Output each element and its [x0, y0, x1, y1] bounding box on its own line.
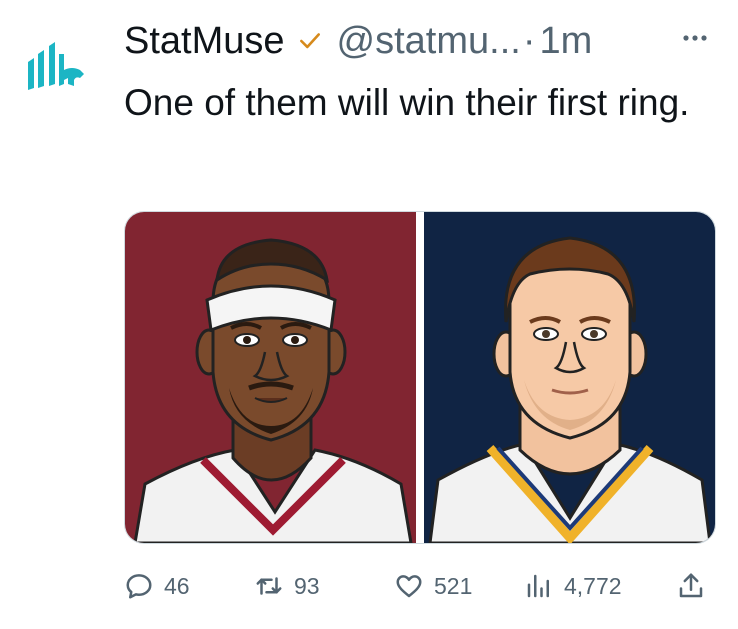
more-options-icon[interactable] — [674, 28, 716, 48]
tweet-media[interactable] — [124, 211, 716, 544]
retweet-count: 93 — [294, 572, 320, 599]
heart-icon — [396, 575, 422, 598]
tweet-actions: 46 93 521 4,772 — [124, 566, 714, 606]
media-divider — [416, 212, 424, 543]
tweet-header: StatMuse @statmu... · 1m — [124, 16, 718, 66]
share-button[interactable] — [676, 571, 716, 601]
header-separator: · — [522, 19, 536, 62]
like-button[interactable]: 521 — [394, 571, 472, 601]
views-button[interactable]: 4,772 — [524, 571, 622, 601]
author-handle[interactable]: @statmu... — [337, 20, 521, 63]
views-count: 4,772 — [564, 572, 622, 599]
retweet-icon — [256, 577, 282, 595]
reply-button[interactable]: 46 — [124, 571, 190, 601]
retweet-button[interactable]: 93 — [254, 571, 320, 601]
share-icon — [679, 573, 703, 598]
verified-check-icon — [299, 33, 320, 49]
like-count: 521 — [434, 572, 473, 599]
player-right-drawing — [428, 236, 712, 543]
player-illustration-right[interactable] — [424, 212, 715, 543]
reply-icon — [126, 574, 152, 599]
tweet-text: One of them will win their first ring. — [124, 82, 690, 123]
statmuse-logo[interactable] — [22, 40, 96, 100]
author-name[interactable]: StatMuse — [124, 20, 285, 63]
tweet-time[interactable]: 1m — [539, 20, 592, 63]
player-illustration-left[interactable] — [125, 212, 416, 543]
player-left-drawing — [133, 238, 413, 543]
views-icon — [527, 574, 549, 598]
reply-count: 46 — [164, 572, 190, 599]
